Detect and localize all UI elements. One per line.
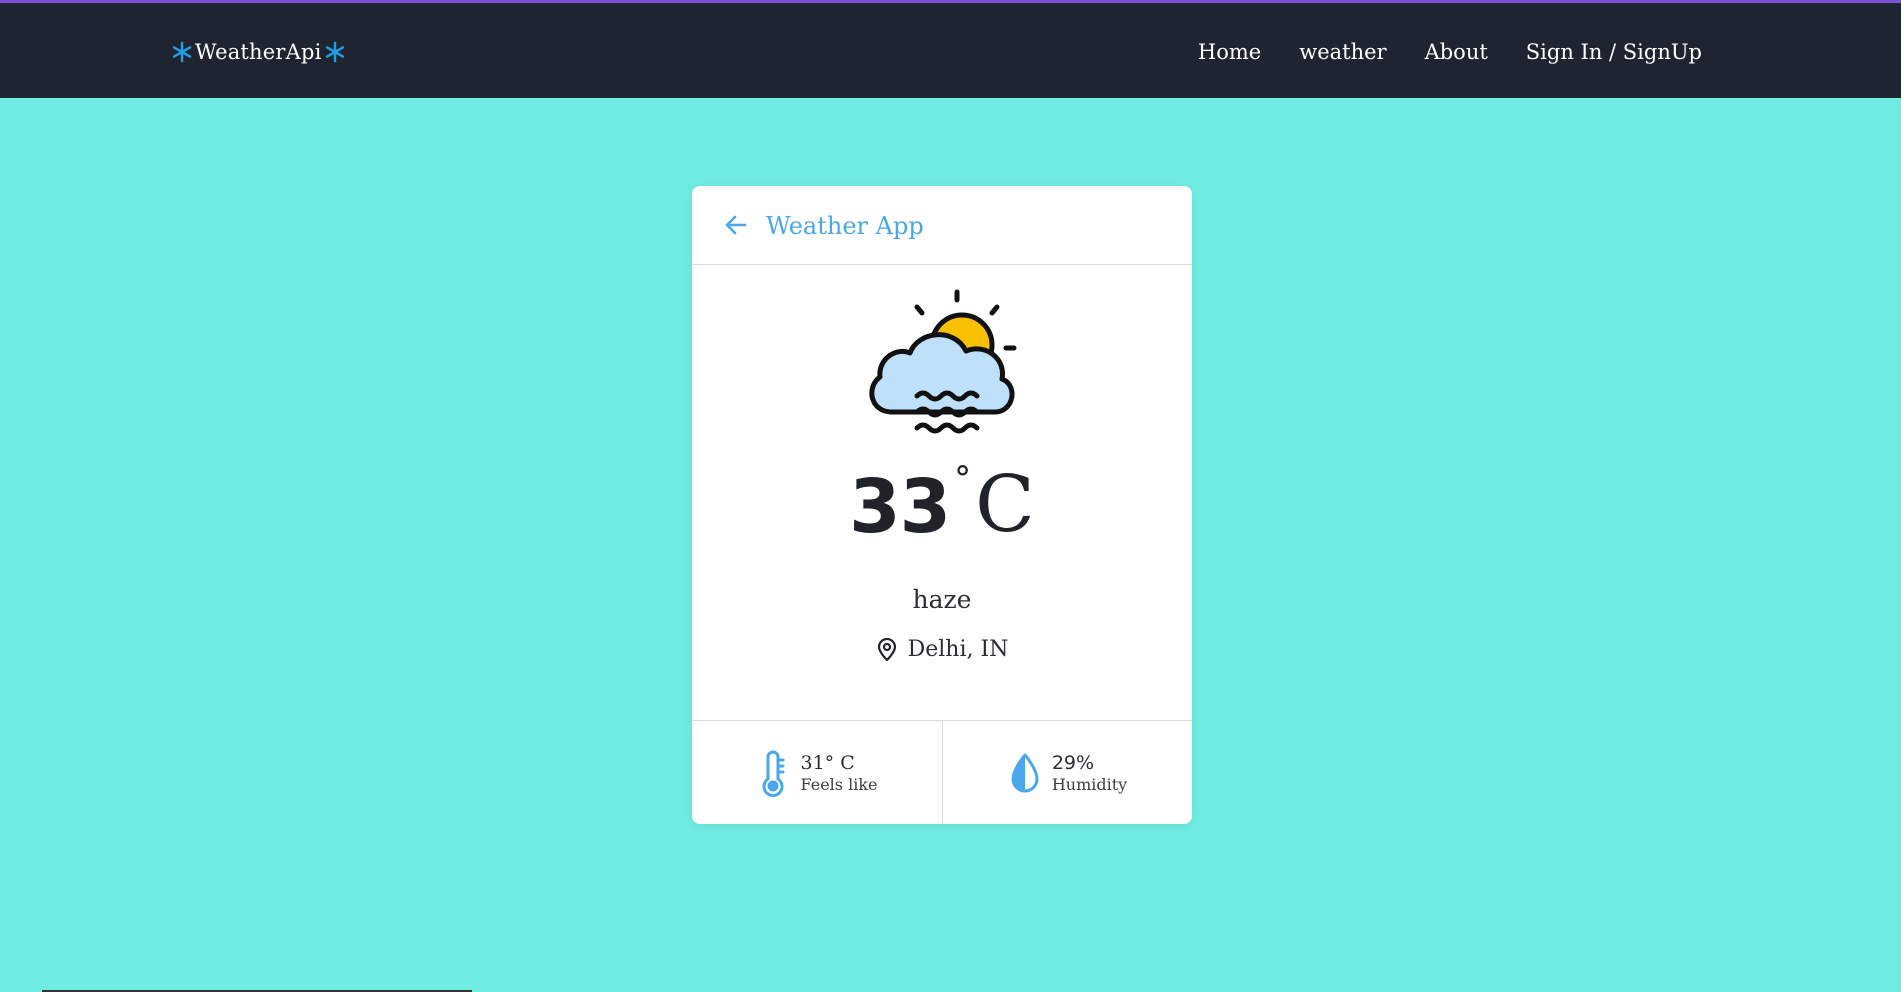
card-body: 33 °C haze Delhi, IN xyxy=(692,265,1192,720)
card-footer: 31° C Feels like 29% Humidity xyxy=(692,720,1192,824)
feels-like-label: Feels like xyxy=(800,774,878,794)
map-pin-icon xyxy=(877,637,896,661)
degree-symbol: ° xyxy=(954,459,972,499)
feels-like-stat: 31° C Feels like xyxy=(692,721,942,824)
feels-like-text: 31° C Feels like xyxy=(801,752,878,794)
arrow-left-icon xyxy=(725,215,747,235)
nav-link-about[interactable]: About xyxy=(1425,40,1488,64)
temperature-display: 33 °C xyxy=(692,462,1192,548)
water-drop-icon xyxy=(1011,753,1039,793)
haze-cloud-sun-icon xyxy=(869,289,1017,434)
nav-link-home[interactable]: Home xyxy=(1198,40,1261,64)
back-button[interactable] xyxy=(723,212,749,238)
temperature-unit: C xyxy=(975,460,1035,550)
weather-condition: haze xyxy=(912,585,972,614)
brand-link[interactable]: WeatherApi xyxy=(171,37,346,67)
card-title: Weather App xyxy=(766,212,924,240)
card-header: Weather App xyxy=(692,186,1192,265)
nav-link-sign-in-signup[interactable]: Sign In / SignUp xyxy=(1526,40,1702,64)
humidity-label: Humidity xyxy=(1051,774,1128,794)
feels-like-value: 31° C xyxy=(800,752,855,774)
snowflake-icon xyxy=(325,41,344,63)
weather-card: Weather App 33 °C haze Delhi, IN 31° C F… xyxy=(692,186,1192,824)
thermometer-icon xyxy=(762,750,784,797)
navbar: WeatherApi Home weather About Sign In / … xyxy=(0,3,1901,98)
humidity-text: 29% Humidity xyxy=(1052,752,1127,794)
temperature-value: 33 xyxy=(849,464,951,550)
location-row: Delhi, IN xyxy=(692,637,1192,662)
nav-link-weather[interactable]: weather xyxy=(1299,40,1386,64)
humidity-stat: 29% Humidity xyxy=(942,721,1192,824)
humidity-value: 29% xyxy=(1051,752,1095,774)
nav-links: Home weather About Sign In / SignUp xyxy=(1198,37,1702,67)
brand-name: WeatherApi xyxy=(195,40,322,64)
snowflake-icon xyxy=(172,41,192,63)
location-text: Delhi, IN xyxy=(907,637,1009,662)
